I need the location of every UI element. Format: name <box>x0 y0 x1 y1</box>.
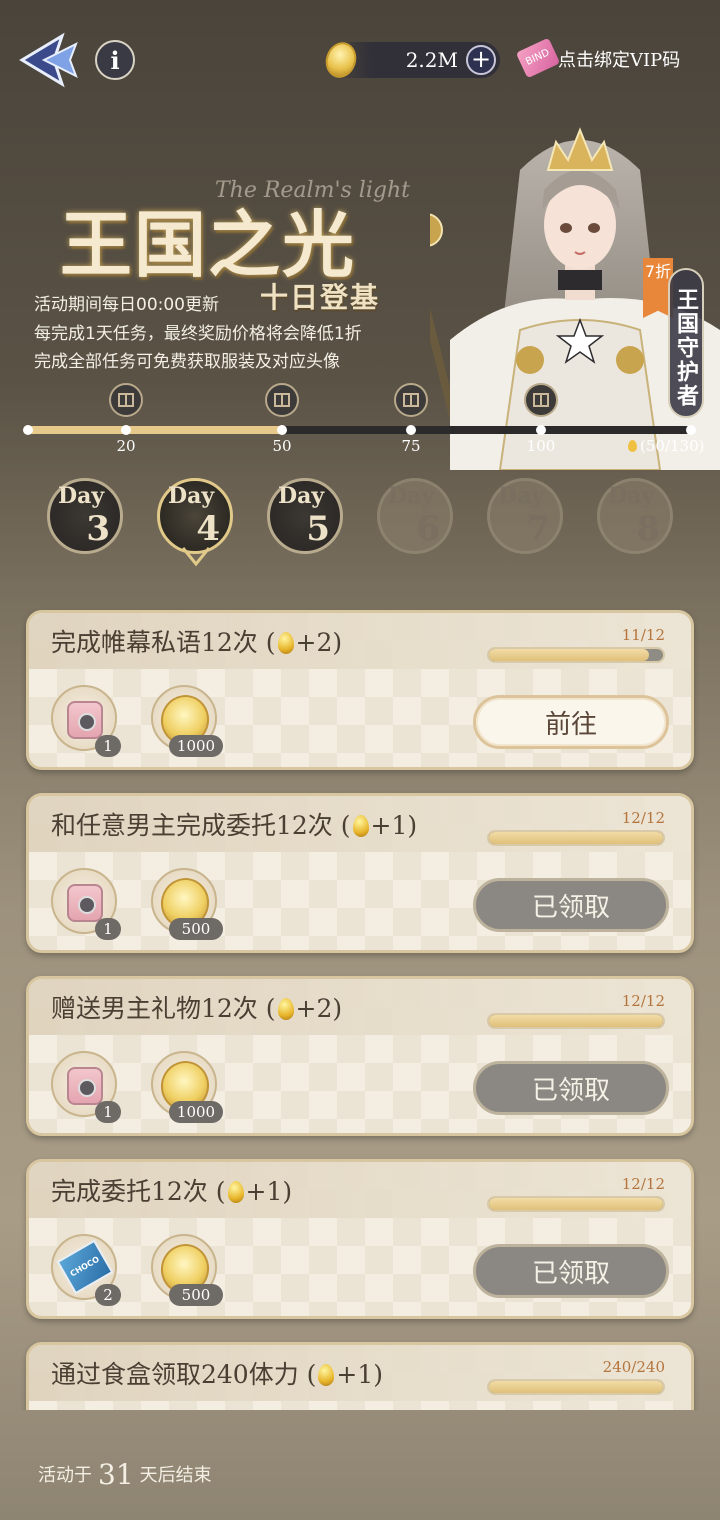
task-progress-bar <box>487 1379 665 1395</box>
reward-qty: 1 <box>95 735 121 757</box>
back-arrow-icon <box>19 32 78 88</box>
day-tab-4[interactable]: Day 4 <box>157 478 233 554</box>
progress-total: (50/130) <box>628 437 704 455</box>
back-button[interactable] <box>18 30 84 90</box>
reward-item[interactable]: 1 <box>51 685 121 757</box>
task-progress-bar <box>487 830 665 846</box>
gold-coin-icon <box>321 38 361 82</box>
task-progress-bar <box>487 1013 665 1029</box>
drop-icon <box>277 632 294 654</box>
event-desc-line: 完成全部任务可免费获取服装及对应头像 <box>34 352 340 372</box>
event-subtitle: 十日登基 <box>260 281 381 314</box>
go-button[interactable]: 前往 <box>473 695 669 749</box>
progress-node <box>121 425 131 435</box>
claimed-button[interactable]: 已领取 <box>473 1061 669 1115</box>
reward-qty: 1 <box>95 1101 121 1123</box>
event-desc-line: 每完成1天任务，最终奖励价格将会降低1折 <box>34 324 362 344</box>
milestone-label: 50 <box>272 437 292 455</box>
task-card: 完成委托12次 (+1) 12/12 CHOCO 2 500 已领取 <box>26 1159 694 1319</box>
milestone-gift-icon[interactable] <box>109 383 143 417</box>
day-tab-6[interactable]: Day 6 <box>377 478 453 554</box>
task-title: 赠送男主礼物12次 (+2) <box>51 994 343 1023</box>
drop-icon <box>227 1181 244 1203</box>
milestone-label: 100 <box>526 437 556 455</box>
task-title: 和任意男主完成委托12次 (+1) <box>51 811 418 840</box>
task-title: 通过食盒领取240体力 (+1) <box>51 1360 384 1389</box>
claimed-button[interactable]: 已领取 <box>473 878 669 932</box>
reward-item[interactable]: 1 <box>51 1051 121 1123</box>
progress-node <box>406 425 416 435</box>
task-progress-bar <box>487 1196 665 1212</box>
task-count: 11/12 <box>621 626 665 644</box>
milestone-gift-icon[interactable] <box>394 383 428 417</box>
reward-item[interactable]: 500 <box>151 1234 223 1306</box>
reward-qty: 1000 <box>169 735 223 757</box>
day-tab-5[interactable]: Day 5 <box>267 478 343 554</box>
drop-icon <box>628 440 637 452</box>
guardian-outfit-button[interactable]: 王国守护者 <box>668 268 704 418</box>
task-card: 通过食盒领取240体力 (+1) 240/240 <box>26 1342 694 1410</box>
reward-qty: 1 <box>95 918 121 940</box>
task-card: 完成帷幕私语12次 (+2) 11/12 1 1000 前往 <box>26 610 694 770</box>
reward-item[interactable]: 1000 <box>151 1051 223 1123</box>
milestone-label: 75 <box>401 437 421 455</box>
vip-label: 点击绑定VIP码 <box>558 50 681 71</box>
reward-item[interactable]: 500 <box>151 868 223 940</box>
reward-qty: 1000 <box>169 1101 223 1123</box>
task-title: 完成委托12次 (+1) <box>51 1177 293 1206</box>
reward-item[interactable]: 1 <box>51 868 121 940</box>
task-count: 12/12 <box>621 992 665 1010</box>
selected-day-pointer-icon <box>181 547 211 567</box>
currency-display: 2.2M + <box>321 38 500 82</box>
task-card: 赠送男主礼物12次 (+2) 12/12 1 1000 已领取 <box>26 976 694 1136</box>
add-currency-button[interactable]: + <box>466 45 496 75</box>
progress-node <box>23 425 33 435</box>
milestone-gift-icon[interactable] <box>524 383 558 417</box>
task-list[interactable]: 完成帷幕私语12次 (+2) 11/12 1 1000 前往 和任意男主完成委托… <box>0 606 720 1410</box>
task-card: 和任意男主完成委托12次 (+1) 12/12 1 500 已领取 <box>26 793 694 953</box>
reward-item[interactable]: 1000 <box>151 685 223 757</box>
claimed-button[interactable]: 已领取 <box>473 1244 669 1298</box>
day-tab-7[interactable]: Day 7 <box>487 478 563 554</box>
camera-icon <box>67 701 103 739</box>
day-tab-3[interactable]: Day 3 <box>47 478 123 554</box>
task-progress-bar <box>487 647 665 663</box>
camera-icon <box>67 884 103 922</box>
info-button[interactable]: i <box>95 40 135 80</box>
milestone-label: 20 <box>116 437 136 455</box>
reward-qty: 500 <box>169 918 223 940</box>
progress-node <box>277 425 287 435</box>
vip-ticket-icon: BIND <box>515 37 561 79</box>
drop-icon <box>277 998 294 1020</box>
milestone-gift-icon[interactable] <box>265 383 299 417</box>
reward-qty: 2 <box>95 1284 121 1306</box>
reward-item[interactable]: CHOCO 2 <box>51 1234 121 1306</box>
task-title: 完成帷幕私语12次 (+2) <box>51 628 343 657</box>
currency-amount: 2.2M <box>405 48 458 72</box>
event-countdown: 活动于 31 天后结束 <box>38 1458 212 1491</box>
day-tab-8[interactable]: Day 8 <box>597 478 673 554</box>
task-count: 12/12 <box>621 1175 665 1193</box>
vip-bind-button[interactable]: BIND 点击绑定VIP码 <box>515 37 710 79</box>
drop-icon <box>318 1364 335 1386</box>
task-count: 240/240 <box>602 1358 665 1376</box>
event-desc-line: 活动期间每日00:00更新 <box>34 295 219 315</box>
camera-icon <box>67 1067 103 1105</box>
progress-node <box>686 425 696 435</box>
event-title: The Realm's light 王国之光 十日登基 <box>40 158 420 314</box>
drop-icon <box>352 815 369 837</box>
event-progress-fill <box>28 426 283 434</box>
progress-node <box>536 425 546 435</box>
reward-qty: 500 <box>169 1284 223 1306</box>
task-count: 12/12 <box>621 809 665 827</box>
